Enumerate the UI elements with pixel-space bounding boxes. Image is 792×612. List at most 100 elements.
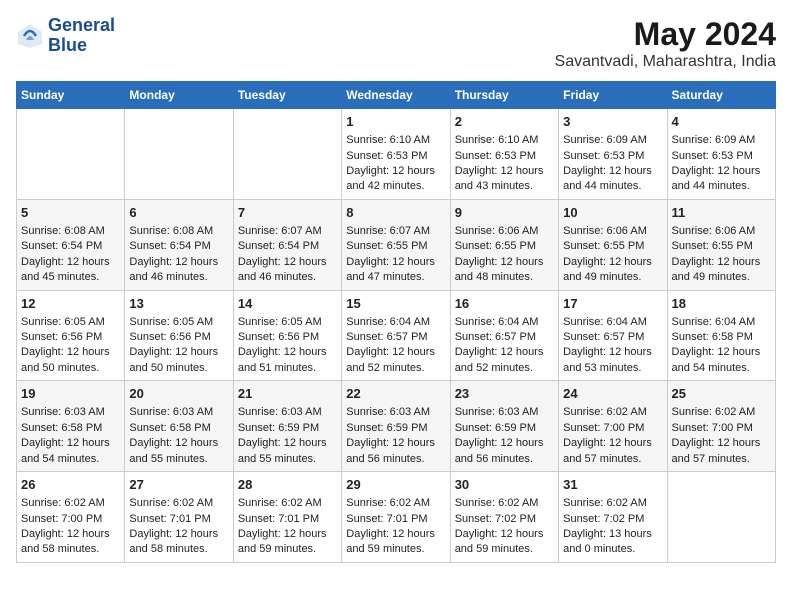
day-info: Daylight: 12 hours and 55 minutes. — [238, 436, 337, 467]
day-number: 26 — [21, 476, 120, 494]
weekday-header: Friday — [559, 82, 667, 109]
day-number: 3 — [563, 113, 662, 131]
calendar-cell: 7Sunrise: 6:07 AMSunset: 6:54 PMDaylight… — [233, 199, 341, 290]
calendar-cell — [17, 109, 125, 200]
day-info: Sunset: 6:53 PM — [563, 149, 662, 164]
day-info: Daylight: 12 hours and 44 minutes. — [672, 164, 771, 195]
day-number: 7 — [238, 204, 337, 222]
calendar-cell: 26 Sunrise: 6:02 AMSunset: 7:00 PMDayligh… — [17, 472, 125, 563]
day-info: Sunset: 6:56 PM — [129, 330, 228, 345]
day-info: Sunset: 7:01 PM — [129, 512, 228, 527]
day-info: Daylight: 12 hours and 44 minutes. — [563, 164, 662, 195]
day-info: Sunrise: 6:03 AM — [129, 405, 228, 420]
logo-text: General Blue — [48, 16, 115, 56]
day-number: 19 — [21, 385, 120, 403]
weekday-header: Sunday — [17, 82, 125, 109]
day-info: Daylight: 12 hours and 59 minutes. — [455, 527, 554, 558]
day-number: 14 — [238, 295, 337, 313]
calendar-cell — [667, 472, 775, 563]
calendar-cell: 6Sunrise: 6:08 AMSunset: 6:54 PMDaylight… — [125, 199, 233, 290]
day-info: Daylight: 12 hours and 58 minutes. — [21, 527, 120, 558]
day-info: Sunset: 6:53 PM — [672, 149, 771, 164]
calendar-cell: 2Sunrise: 6:10 AMSunset: 6:53 PMDaylight… — [450, 109, 558, 200]
day-info: Sunset: 6:58 PM — [672, 330, 771, 345]
day-info: Sunset: 6:53 PM — [346, 149, 445, 164]
calendar-cell: 31Sunrise: 6:02 AMSunset: 7:02 PMDayligh… — [559, 472, 667, 563]
day-info: Sunset: 6:57 PM — [346, 330, 445, 345]
page-subtitle: Savantvadi, Maharashtra, India — [555, 53, 776, 71]
day-number: 20 — [129, 385, 228, 403]
day-info: Daylight: 12 hours and 52 minutes. — [346, 345, 445, 376]
day-number: 8 — [346, 204, 445, 222]
day-info: Sunset: 6:59 PM — [346, 421, 445, 436]
day-info: Sunset: 6:55 PM — [455, 239, 554, 254]
calendar-cell: 4Sunrise: 6:09 AMSunset: 6:53 PMDaylight… — [667, 109, 775, 200]
day-number: 29 — [346, 476, 445, 494]
day-info: Sunrise: 6:02 AM — [455, 496, 554, 511]
day-info: Daylight: 12 hours and 50 minutes. — [21, 345, 120, 376]
calendar-cell: 8Sunrise: 6:07 AMSunset: 6:55 PMDaylight… — [342, 199, 450, 290]
day-info: Sunrise: 6:04 AM — [672, 315, 771, 330]
day-info: Sunrise: 6:05 AM — [238, 315, 337, 330]
calendar-cell: 30Sunrise: 6:02 AMSunset: 7:02 PMDayligh… — [450, 472, 558, 563]
day-info: Sunset: 7:00 PM — [21, 512, 120, 527]
day-number: 17 — [563, 295, 662, 313]
day-number: 25 — [672, 385, 771, 403]
day-info: Daylight: 12 hours and 49 minutes. — [672, 255, 771, 286]
day-info: Sunrise: 6:02 AM — [563, 405, 662, 420]
day-number: 12 — [21, 295, 120, 313]
day-number: 18 — [672, 295, 771, 313]
calendar-table: SundayMondayTuesdayWednesdayThursdayFrid… — [16, 81, 776, 563]
calendar-cell: 28Sunrise: 6:02 AMSunset: 7:01 PMDayligh… — [233, 472, 341, 563]
calendar-cell: 22Sunrise: 6:03 AMSunset: 6:59 PMDayligh… — [342, 381, 450, 472]
day-info: Daylight: 12 hours and 43 minutes. — [455, 164, 554, 195]
calendar-cell: 3 Sunrise: 6:09 AMSunset: 6:53 PMDaylight… — [559, 109, 667, 200]
day-info: Daylight: 12 hours and 59 minutes. — [238, 527, 337, 558]
logo: General Blue — [16, 16, 115, 56]
day-number: 31 — [563, 476, 662, 494]
day-info: Sunrise: 6:03 AM — [21, 405, 120, 420]
day-number: 10 — [563, 204, 662, 222]
day-info: Daylight: 12 hours and 53 minutes. — [563, 345, 662, 376]
calendar-cell: 10Sunrise: 6:06 AMSunset: 6:55 PMDayligh… — [559, 199, 667, 290]
day-info: Sunrise: 6:09 AM — [672, 133, 771, 148]
day-info: Sunrise: 6:04 AM — [455, 315, 554, 330]
day-info: Sunrise: 6:03 AM — [346, 405, 445, 420]
title-block: May 2024 Savantvadi, Maharashtra, India — [555, 16, 776, 71]
calendar-cell: 17 Sunrise: 6:04 AMSunset: 6:57 PMDayligh… — [559, 290, 667, 381]
day-info: Daylight: 12 hours and 56 minutes. — [455, 436, 554, 467]
weekday-header: Saturday — [667, 82, 775, 109]
day-info: Sunset: 6:57 PM — [563, 330, 662, 345]
page-header: General Blue May 2024 Savantvadi, Mahara… — [16, 16, 776, 71]
calendar-cell: 16Sunrise: 6:04 AMSunset: 6:57 PMDayligh… — [450, 290, 558, 381]
day-info: Sunset: 6:54 PM — [238, 239, 337, 254]
weekday-header: Wednesday — [342, 82, 450, 109]
calendar-week-row: 12 Sunrise: 6:05 AM Sunset: 6:56 PM Dayligh… — [17, 290, 776, 381]
day-info: Daylight: 12 hours and 55 minutes. — [129, 436, 228, 467]
calendar-cell: 25Sunrise: 6:02 AMSunset: 7:00 PMDayligh… — [667, 381, 775, 472]
day-info: Sunrise: 6:04 AM — [563, 315, 662, 330]
day-number: 21 — [238, 385, 337, 403]
day-info: Sunrise: 6:02 AM — [21, 496, 120, 511]
page-title: May 2024 — [555, 16, 776, 53]
day-info: Sunset: 6:55 PM — [346, 239, 445, 254]
day-number: 13 — [129, 295, 228, 313]
day-info: Sunset: 6:53 PM — [455, 149, 554, 164]
day-info: Sunrise: 6:08 AM — [129, 224, 228, 239]
day-info: Sunrise: 6:06 AM — [563, 224, 662, 239]
calendar-week-row: 1Sunrise: 6:10 AMSunset: 6:53 PMDaylight… — [17, 109, 776, 200]
day-info: Daylight: 12 hours and 51 minutes. — [238, 345, 337, 376]
day-info: Sunrise: 6:02 AM — [563, 496, 662, 511]
day-info: Sunset: 7:02 PM — [563, 512, 662, 527]
day-info: Sunset: 6:58 PM — [129, 421, 228, 436]
calendar-cell: 18Sunrise: 6:04 AMSunset: 6:58 PMDayligh… — [667, 290, 775, 381]
calendar-week-row: 5Sunrise: 6:08 AMSunset: 6:54 PMDaylight… — [17, 199, 776, 290]
day-info: Sunset: 7:01 PM — [346, 512, 445, 527]
day-info: Sunset: 6:59 PM — [455, 421, 554, 436]
weekday-header: Monday — [125, 82, 233, 109]
day-info: Daylight: 12 hours and 45 minutes. — [21, 255, 120, 286]
calendar-cell: 12Sunrise: 6:05 AMSunset: 6:56 PMDayligh… — [17, 290, 125, 381]
day-info: Sunrise: 6:09 AM — [563, 133, 662, 148]
day-info: Sunrise: 6:02 AM — [129, 496, 228, 511]
day-info: Daylight: 12 hours and 48 minutes. — [455, 255, 554, 286]
